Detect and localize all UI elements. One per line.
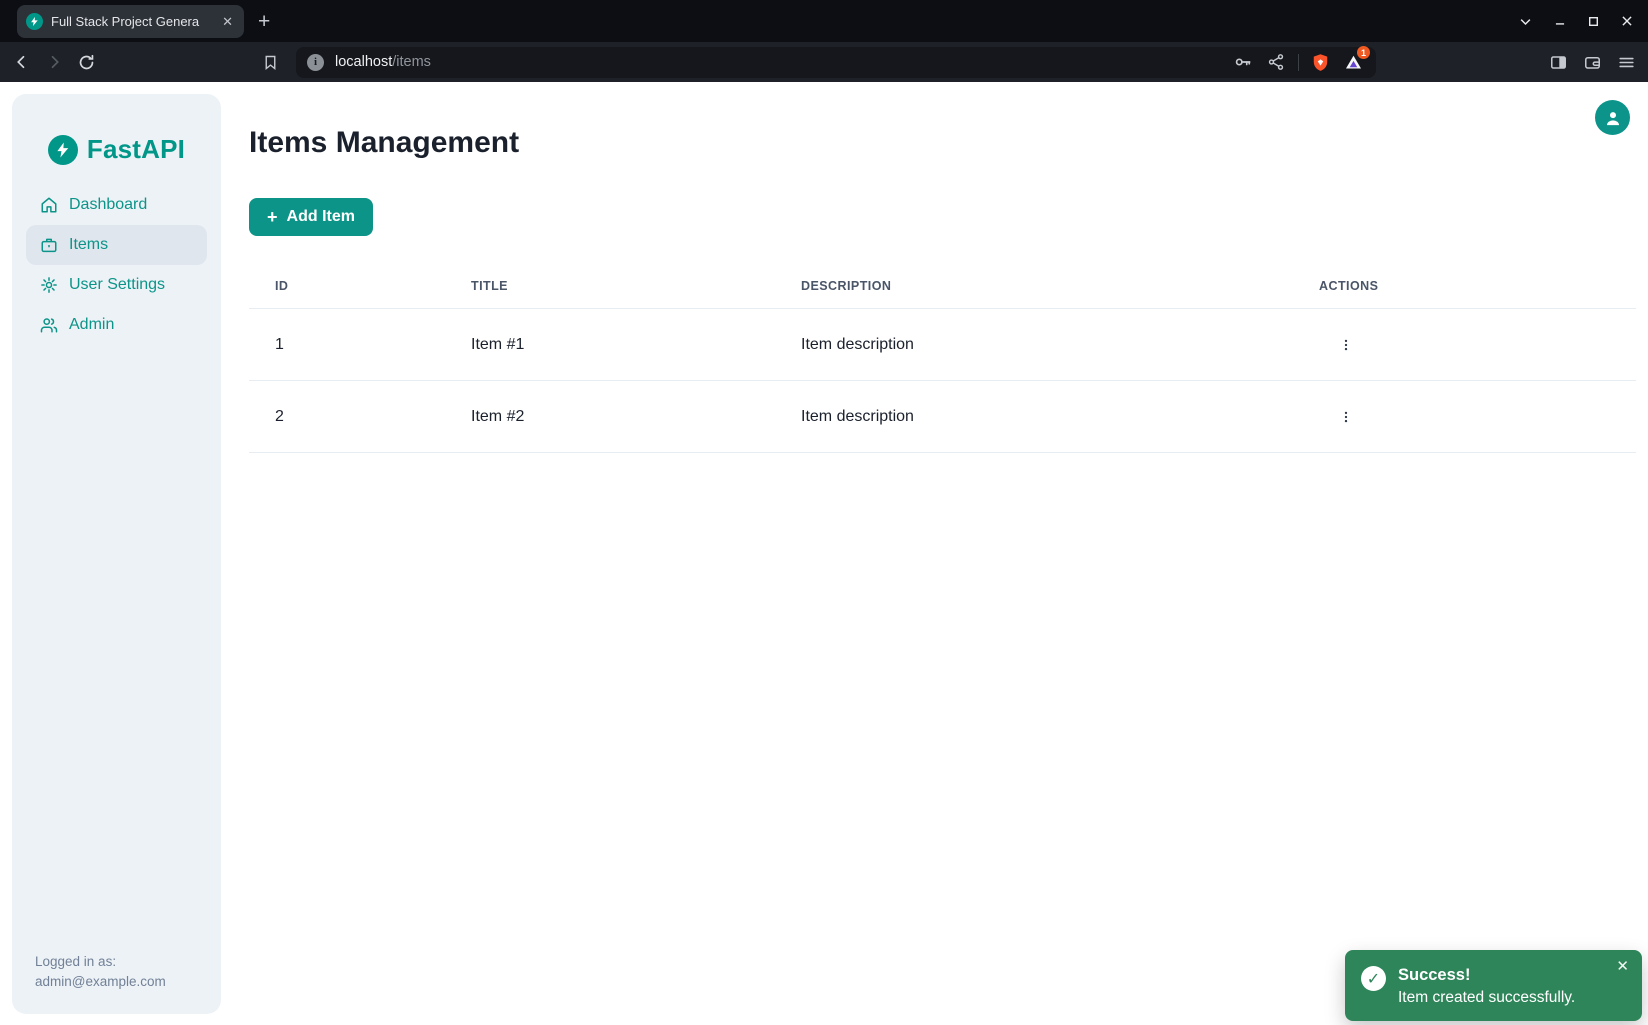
page-content: FastAPI Dashboard Items User Settings Ad…: [0, 82, 1648, 1025]
main-content: Items Management + Add Item ID TITLE DES…: [249, 82, 1648, 453]
fastapi-bolt-icon: [48, 135, 78, 165]
url-bar[interactable]: i localhost/items 1: [296, 47, 1376, 78]
gear-icon: [40, 276, 58, 294]
success-toast: ✓ Success! Item created successfully. ✕: [1345, 950, 1642, 1021]
table-header-row: ID TITLE DESCRIPTION ACTIONS: [249, 262, 1636, 309]
site-info-icon[interactable]: i: [307, 54, 324, 71]
back-button[interactable]: [10, 50, 34, 74]
url-path: /items: [392, 54, 431, 70]
cell-description: Item description: [775, 309, 1293, 381]
sidebar-item-label: Items: [69, 236, 108, 254]
sidebar-item-label: Admin: [69, 316, 114, 334]
user-avatar-button[interactable]: [1595, 100, 1630, 135]
row-actions-kebab-icon[interactable]: [1333, 332, 1359, 358]
sidebar-item-user-settings[interactable]: User Settings: [26, 265, 207, 305]
browser-tab-bar: Full Stack Project Genera ✕ +: [0, 0, 1648, 42]
cell-id: 2: [249, 381, 445, 453]
column-header-id: ID: [249, 262, 445, 309]
browser-toolbar: i localhost/items 1: [0, 42, 1648, 82]
brave-shield-icon[interactable]: [1308, 50, 1332, 74]
toolbar-divider: [1298, 54, 1299, 71]
cell-description: Item description: [775, 381, 1293, 453]
window-close-button[interactable]: [1620, 14, 1634, 28]
user-icon: [1603, 108, 1623, 128]
browser-tab-active[interactable]: Full Stack Project Genera ✕: [17, 5, 244, 38]
logged-in-email: admin@example.com: [35, 972, 166, 992]
cell-title: Item #1: [445, 309, 775, 381]
logged-in-label: Logged in as:: [35, 952, 166, 972]
forward-button[interactable]: [42, 50, 66, 74]
check-circle-icon: ✓: [1361, 966, 1386, 991]
url-host: localhost: [335, 54, 392, 70]
rewards-badge: 1: [1357, 46, 1370, 59]
briefcase-icon: [40, 236, 58, 254]
column-header-title: TITLE: [445, 262, 775, 309]
new-tab-button[interactable]: +: [258, 11, 270, 32]
cell-id: 1: [249, 309, 445, 381]
password-key-icon[interactable]: [1231, 50, 1255, 74]
cell-title: Item #2: [445, 381, 775, 453]
menu-hamburger-icon[interactable]: [1614, 50, 1638, 74]
sidebar-item-admin[interactable]: Admin: [26, 305, 207, 345]
tab-title: Full Stack Project Genera: [51, 14, 212, 29]
bookmark-icon[interactable]: [258, 50, 282, 74]
window-minimize-button[interactable]: [1553, 14, 1567, 28]
fastapi-favicon-icon: [26, 13, 43, 30]
row-actions-kebab-icon[interactable]: [1333, 404, 1359, 430]
toast-title: Success!: [1398, 965, 1575, 985]
column-header-description: DESCRIPTION: [775, 262, 1293, 309]
toast-message: Item created successfully.: [1398, 989, 1575, 1007]
table-row: 2 Item #2 Item description: [249, 381, 1636, 453]
plus-icon: +: [267, 208, 278, 226]
reload-button[interactable]: [74, 50, 98, 74]
sidebar-item-label: User Settings: [69, 276, 165, 294]
sidebar: FastAPI Dashboard Items User Settings Ad…: [12, 94, 221, 1014]
sidebar-nav: Dashboard Items User Settings Admin: [12, 185, 221, 345]
share-icon[interactable]: [1264, 50, 1288, 74]
url-text[interactable]: localhost/items: [335, 54, 431, 70]
sidebar-item-label: Dashboard: [69, 196, 147, 214]
sidebar-toggle-icon[interactable]: [1546, 50, 1570, 74]
column-header-actions: ACTIONS: [1293, 262, 1636, 309]
logged-in-info: Logged in as: admin@example.com: [35, 952, 166, 992]
sidebar-item-dashboard[interactable]: Dashboard: [26, 185, 207, 225]
wallet-icon[interactable]: [1580, 50, 1604, 74]
logo-text: FastAPI: [87, 134, 185, 165]
items-table: ID TITLE DESCRIPTION ACTIONS 1 Item #1 I…: [249, 262, 1636, 453]
table-row: 1 Item #1 Item description: [249, 309, 1636, 381]
sidebar-item-items[interactable]: Items: [26, 225, 207, 265]
users-icon: [40, 316, 58, 334]
fastapi-logo: FastAPI: [12, 94, 221, 165]
window-maximize-button[interactable]: [1587, 15, 1600, 28]
tab-close-icon[interactable]: ✕: [220, 13, 235, 30]
add-item-label: Add Item: [287, 208, 355, 226]
tab-search-chevron-icon[interactable]: [1518, 14, 1533, 29]
brave-rewards-icon[interactable]: 1: [1341, 50, 1365, 74]
toast-close-icon[interactable]: ✕: [1614, 957, 1631, 976]
page-title: Items Management: [249, 126, 1636, 160]
home-icon: [40, 196, 58, 214]
add-item-button[interactable]: + Add Item: [249, 198, 373, 236]
